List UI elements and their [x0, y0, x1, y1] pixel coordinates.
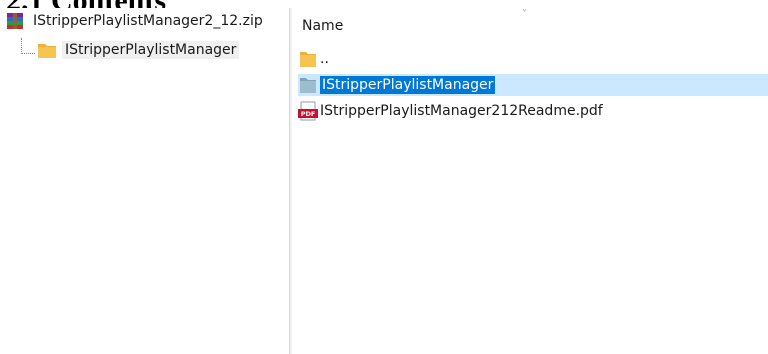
pane-splitter[interactable]	[289, 8, 292, 354]
tree-node-folder[interactable]: IStripperPlaylistManager	[36, 39, 240, 61]
column-header-name[interactable]: Name	[302, 18, 343, 34]
list-item-label: IStripperPlaylistManager	[320, 76, 496, 94]
sort-chevron-icon: ˅	[522, 9, 527, 20]
tree-node-archive-label: IStripperPlaylistManager2_12.zip	[33, 13, 263, 29]
folder-tree-pane[interactable]: IStripperPlaylistManager2_12.zip IStripp…	[0, 8, 289, 354]
folder-icon	[298, 49, 318, 69]
pdf-icon: PDF	[298, 101, 318, 121]
list-item-label: IStripperPlaylistManager212Readme.pdf	[320, 103, 603, 119]
tree-node-folder-label: IStripperPlaylistManager	[62, 41, 240, 59]
list-item-folder[interactable]: IStripperPlaylistManager	[298, 74, 768, 96]
list-item-pdf[interactable]: PDF IStripperPlaylistManager212Readme.pd…	[298, 100, 768, 122]
tree-connector	[21, 38, 35, 54]
tree-node-archive[interactable]: IStripperPlaylistManager2_12.zip	[4, 10, 266, 32]
column-header[interactable]: ˅ Name	[292, 8, 768, 39]
folder-icon	[298, 75, 318, 95]
file-list-pane[interactable]: ˅ Name .. IStripperPlaylistManager PDF I…	[292, 8, 768, 354]
folder-icon	[36, 40, 58, 60]
list-item-label: ..	[320, 51, 329, 67]
winrar-archive-icon	[4, 11, 26, 31]
list-item-parent[interactable]: ..	[298, 48, 768, 70]
svg-text:PDF: PDF	[301, 110, 316, 118]
